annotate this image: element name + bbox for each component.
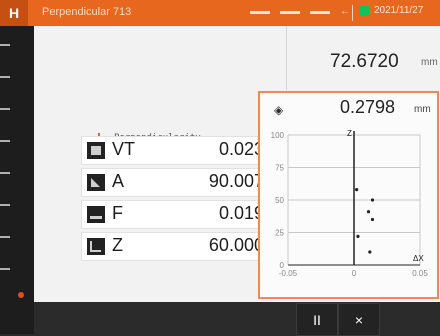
- sidebar-tick: [0, 108, 10, 110]
- data-point: [356, 234, 360, 238]
- x-tick-label: 0.05: [412, 269, 428, 278]
- x-axis-label: ΔX: [413, 254, 424, 263]
- title-bar: H Perpendicular 713 ▬▬ ▬▬ ▬▬ ← 2021/11/2…: [0, 0, 440, 26]
- z-axis-icon: [87, 238, 105, 255]
- battery-icon: [360, 5, 370, 16]
- row-z[interactable]: Z 60.0000: [81, 232, 283, 261]
- data-point: [355, 188, 359, 192]
- z-axis-label: Z: [347, 129, 352, 138]
- sidebar-tick: [0, 76, 10, 78]
- data-point: [366, 210, 371, 214]
- data-point: [370, 217, 375, 222]
- f-label: F: [112, 203, 123, 223]
- a-label: A: [112, 171, 125, 191]
- app-title: Perpendicular 713: [42, 6, 132, 18]
- status-icon-2: ▬▬: [280, 6, 300, 17]
- y-tick-label: 75: [275, 164, 284, 173]
- angle-icon: [87, 174, 105, 191]
- divider: [286, 26, 287, 90]
- back-arrow-icon[interactable]: ←: [340, 6, 350, 17]
- sidebar-tick: [0, 140, 10, 142]
- top-readout-value: 72.6720: [330, 51, 399, 72]
- app-logo[interactable]: H: [0, 0, 28, 26]
- left-sidebar: [0, 26, 34, 334]
- vt-icon: [87, 142, 105, 159]
- pause-button[interactable]: II: [296, 303, 338, 336]
- chart-panel[interactable]: ◈ 0.2798 mm 100 75 50 25 0 -0.05 0 0.05 Z ΔX: [258, 91, 439, 299]
- sidebar-tick: [0, 268, 10, 270]
- sidebar-tick: [0, 172, 10, 174]
- data-point: [370, 198, 375, 202]
- vt-label: VT: [112, 139, 136, 159]
- sidebar-tick: [0, 204, 10, 206]
- status-separator: [352, 5, 353, 21]
- active-indicator: [18, 292, 24, 298]
- status-icon-1: ▬▬: [250, 6, 270, 17]
- date-display: 2021/11/27: [360, 5, 423, 16]
- date-text: 2021/11/27: [374, 5, 424, 16]
- status-icon-3: ▬▬: [310, 6, 330, 17]
- x-tick-label: 0: [352, 269, 357, 278]
- top-readout-unit: mm: [421, 57, 438, 68]
- y-tick-label: 25: [275, 229, 284, 238]
- row-f[interactable]: F 0.0193: [81, 200, 283, 229]
- sidebar-tick: [0, 44, 10, 46]
- sidebar-tick: [0, 236, 10, 238]
- data-point: [368, 250, 372, 254]
- chart-unit: mm: [414, 104, 431, 115]
- scatter-plot: 1007550250-0.05 0 0.05ZΔX: [271, 129, 429, 278]
- status-icons: ▬▬ ▬▬ ▬▬ ←: [250, 6, 350, 17]
- stop-button[interactable]: ×: [338, 303, 380, 336]
- row-vt[interactable]: VT 0.0233: [81, 136, 283, 165]
- eye-icon[interactable]: ◈: [274, 103, 283, 117]
- y-tick-label: 50: [275, 196, 284, 205]
- row-a[interactable]: A 90.0076: [81, 168, 283, 197]
- y-tick-label: 100: [271, 131, 285, 140]
- chart-value: 0.2798: [340, 97, 396, 117]
- x-tick-label: -0.05: [279, 269, 298, 278]
- flatness-icon: [87, 206, 105, 223]
- z-label: Z: [112, 235, 123, 255]
